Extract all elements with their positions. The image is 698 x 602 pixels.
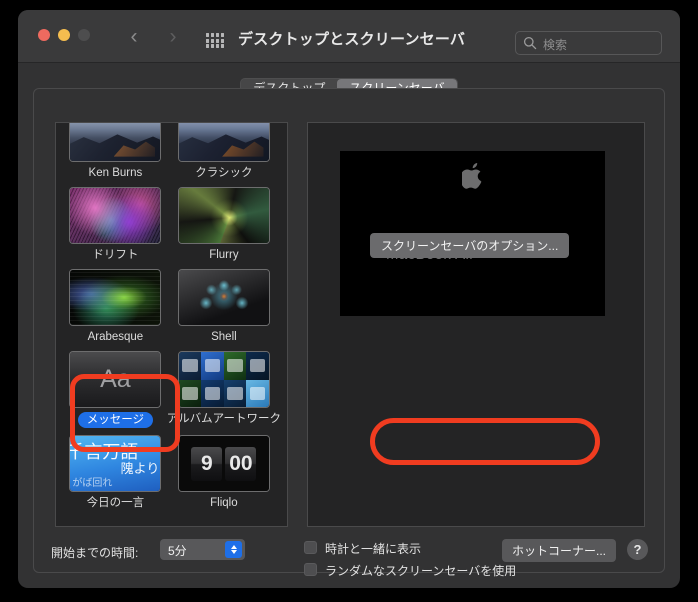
use-random-screensaver-label: ランダムなスクリーンセーバを使用 <box>325 564 517 578</box>
quote-line-3: がば回れ <box>72 478 113 489</box>
fliqlo-minutes: 00 <box>225 446 257 481</box>
screensaver-label: アルバムアートワーク <box>166 413 281 425</box>
fliqlo-hours: 9 <box>191 446 223 481</box>
show-with-clock-checkbox[interactable] <box>304 541 317 554</box>
start-after-dropdown[interactable]: 5分 <box>160 539 245 560</box>
list-item[interactable]: Arabesque <box>64 269 167 344</box>
screensaver-thumbnail[interactable] <box>69 187 162 244</box>
screensaver-label: ドリフト <box>92 249 139 261</box>
screensaver-label: Shell <box>211 331 237 343</box>
list-item[interactable]: Shell <box>167 269 281 344</box>
content-pane: Ken Burns クラシック ドリフト Flurry Arabesque Sh… <box>33 88 665 578</box>
screensaver-label: Flurry <box>209 249 239 261</box>
help-button[interactable]: ? <box>627 539 648 560</box>
zoom-button <box>78 29 90 41</box>
page-title: デスクトップとスクリーンセーバ <box>238 31 466 48</box>
chevron-updown-icon[interactable] <box>225 541 242 558</box>
minimize-button[interactable] <box>58 29 70 41</box>
screensaver-thumbnail[interactable]: 9 00 <box>177 435 270 492</box>
list-item[interactable]: クラシック <box>167 123 281 180</box>
apple-logo-icon <box>461 163 481 189</box>
title-bar: ‹ › デスクトップとスクリーンセーバ 検索 <box>18 10 680 63</box>
screensaver-thumbnail[interactable] <box>69 123 162 162</box>
search-icon <box>523 36 537 50</box>
list-item[interactable]: ドリフト <box>64 187 167 262</box>
close-button[interactable] <box>38 29 50 41</box>
screensaver-grid: Ken Burns クラシック ドリフト Flurry Arabesque Sh… <box>56 123 287 514</box>
screensaver-label: Fliqlo <box>210 497 238 509</box>
screensaver-label: クラシック <box>195 167 253 179</box>
search-placeholder: 検索 <box>543 38 568 52</box>
aa-glyph: Aa <box>100 365 131 393</box>
screensaver-label-selected: メッセージ <box>77 412 154 428</box>
back-button[interactable]: ‹ <box>124 26 144 48</box>
list-item[interactable]: アルバムアートワーク <box>167 351 281 428</box>
quote-line-2: 隗より <box>120 461 160 476</box>
show-all-grid-icon[interactable] <box>206 33 224 48</box>
hot-corners-button[interactable]: ホットコーナー... <box>501 539 616 562</box>
screensaver-list[interactable]: Ken Burns クラシック ドリフト Flurry Arabesque Sh… <box>55 122 288 527</box>
use-random-screensaver-checkbox[interactable] <box>304 563 317 576</box>
screensaver-options-button[interactable]: スクリーンセーバのオプション... <box>370 233 570 258</box>
screensaver-thumbnail[interactable]: 千言万語 隗より がば回れ <box>69 435 162 492</box>
screensaver-thumbnail[interactable] <box>177 187 270 244</box>
search-field[interactable]: 検索 <box>515 31 662 55</box>
screensaver-thumbnail[interactable] <box>177 123 270 162</box>
forward-button: › <box>169 25 177 48</box>
screensaver-label: Ken Burns <box>88 167 143 179</box>
list-item[interactable]: Flurry <box>167 187 281 262</box>
screensaver-thumbnail[interactable] <box>177 269 270 326</box>
screensaver-thumbnail[interactable] <box>177 351 270 408</box>
list-item[interactable]: 千言万語 隗より がば回れ 今日の一言 <box>64 435 167 510</box>
preview-pane: MacBook Air スクリーンセーバのオプション... <box>307 122 645 527</box>
list-item[interactable]: 9 00 Fliqlo <box>167 435 281 510</box>
traffic-light-buttons <box>38 29 90 41</box>
start-after-value: 5分 <box>168 544 187 558</box>
screensaver-label: 今日の一言 <box>86 497 145 509</box>
screensaver-thumbnail[interactable]: Aa <box>69 351 162 408</box>
start-after-label: 開始までの時間: <box>51 546 139 560</box>
screensaver-label: Arabesque <box>87 331 144 343</box>
system-preferences-window: ‹ › デスクトップとスクリーンセーバ 検索 デスクトップ スクリーンセーバ <box>18 10 680 588</box>
list-item[interactable]: Ken Burns <box>64 123 167 180</box>
list-item-message[interactable]: Aa メッセージ <box>64 351 167 428</box>
show-with-clock-label: 時計と一緒に表示 <box>325 542 422 556</box>
screensaver-thumbnail[interactable] <box>69 269 162 326</box>
